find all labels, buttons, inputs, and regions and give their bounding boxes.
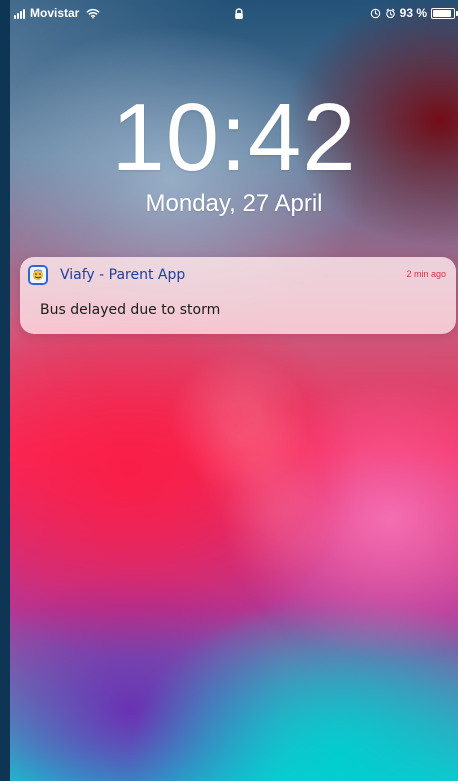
status-left: Movistar [14,6,100,20]
signal-bar [17,13,19,19]
carrier-name: Movistar [30,6,80,20]
notification-header: Viafy - Parent App 2 min ago [28,265,446,285]
wifi-icon [86,8,100,18]
alarm-icon [385,8,395,18]
battery-percent: 93 % [399,6,427,20]
status-bar: Movistar 93 % [10,0,458,28]
lock-screen-clock: 10:42 Monday, 27 April [10,90,458,218]
orientation-lock-icon [370,8,380,18]
signal-bar [23,9,25,19]
battery-icon [431,7,458,19]
lock-icon [235,8,243,19]
notification-card[interactable]: Viafy - Parent App 2 min ago Bus delayed… [20,257,456,334]
time-display: 10:42 [111,84,357,191]
battery-level-fill [433,9,452,17]
signal-bar [14,15,16,19]
notification-message: Bus delayed due to storm [40,302,221,318]
status-right: 93 % [370,6,458,20]
signal-bar [20,11,22,19]
battery-body [431,7,455,19]
viafy-logo-icon [30,267,46,283]
notification-app-name: Viafy - Parent App [60,267,186,283]
viafy-app-icon [28,265,48,285]
date-display: Monday, 27 April [145,190,323,217]
signal-icon [14,7,25,19]
phone-frame: Movistar 93 % 10:42 Monday, 27 April Via… [0,0,458,781]
notification-timestamp: 2 min ago [406,269,446,279]
